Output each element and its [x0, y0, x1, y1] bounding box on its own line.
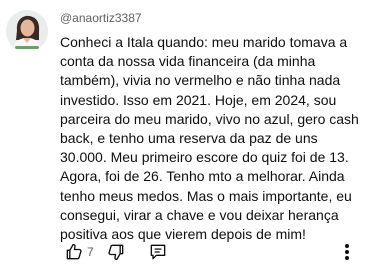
comment-line: Conheci a Itala quando: meu marido tomav… [60, 34, 348, 50]
dislike-button[interactable] [106, 240, 126, 264]
avatar[interactable] [6, 10, 48, 52]
comment-line: back, e tenho uma reserva da paz de uns [60, 130, 318, 147]
thumbs-up-icon [66, 243, 82, 260]
like-count: 7 [87, 245, 94, 259]
comment-line: tenho meus medos. Mas o mais importante,… [60, 187, 352, 204]
comment-text: Conheci a Itala quando: meu marido tomav… [60, 33, 372, 244]
comment-line: 30.000. Meu primeiro escore do quiz foi … [60, 149, 349, 166]
more-vert-icon [345, 244, 349, 260]
comment-actions: 7 [64, 240, 364, 264]
comment-line: consegui, virar a chave e vou deixar her… [60, 206, 339, 223]
thumbs-down-icon [108, 244, 124, 261]
reply-icon [150, 244, 166, 260]
reply-button[interactable] [148, 240, 168, 264]
like-button[interactable]: 7 [64, 240, 94, 264]
comment-line: parceira do meu marido, vivo no azul, ge… [60, 110, 359, 127]
comment-author[interactable]: @anaortiz3387 [60, 11, 142, 25]
comment-line: investido. Isso em 2021. Hoje, em 2024, … [60, 91, 337, 108]
comment-line: também), vivia no vermelho e não tinha n… [60, 72, 341, 89]
avatar-image [6, 10, 48, 52]
comment-line: Agora, foi de 26. Tenho mto a melhorar. … [60, 168, 345, 185]
comment-line: conta da nossa vida financeira (da minha [60, 53, 316, 70]
more-options-button[interactable] [339, 240, 355, 264]
